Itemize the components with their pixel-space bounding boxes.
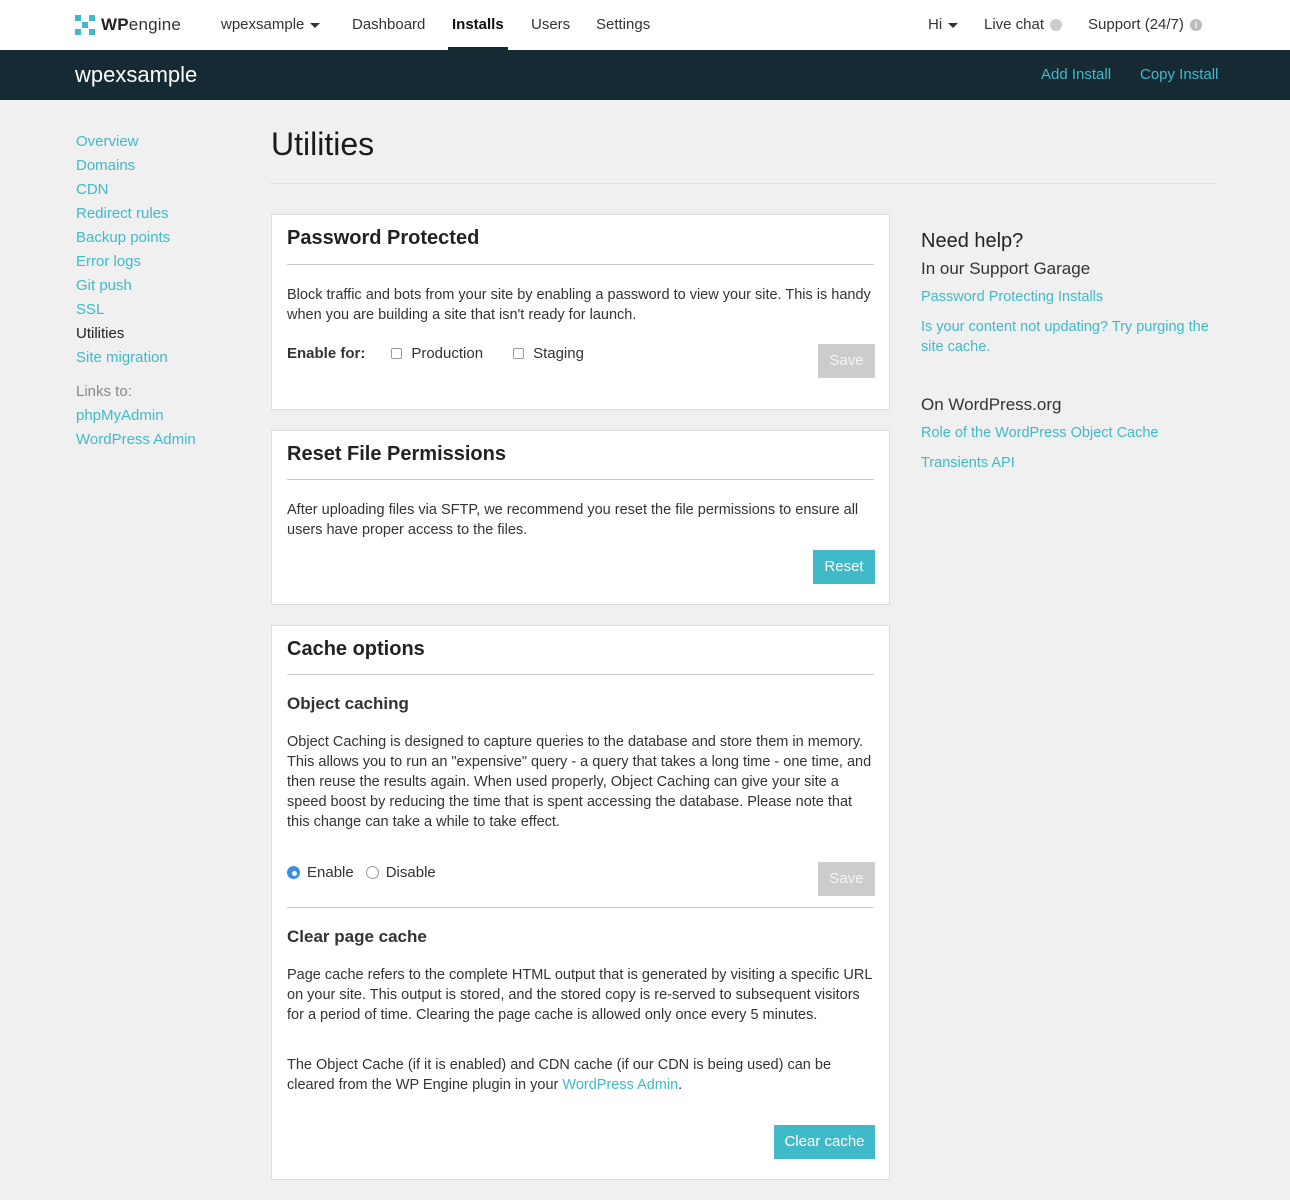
sidebar-item-overview[interactable]: Overview [76,130,196,154]
reset-permissions-title: Reset File Permissions [287,443,506,465]
password-protected-card: Password Protected Block traffic and bot… [271,214,890,410]
production-checkbox[interactable] [391,348,403,359]
add-install-link[interactable]: Add Install [1041,50,1111,100]
enable-for-label: Enable for: [287,345,366,362]
nav-dashboard[interactable]: Dashboard [352,0,425,50]
support-link[interactable]: Support (24/7) i [1088,0,1202,50]
live-chat-label: Live chat [984,16,1045,33]
nav-users[interactable]: Users [531,0,570,50]
wpengine-logo-icon [75,15,95,35]
reset-permissions-description: After uploading files via SFTP, we recom… [287,502,859,538]
cache-options-card: Cache options Object caching Object Cach… [271,625,890,1180]
card-divider [287,907,874,908]
site-header-bar: wpexsample Add Install Copy Install [0,50,1290,100]
sidebar-item-error-logs[interactable]: Error logs [76,250,196,274]
enable-radio-label: Enable [307,864,354,881]
sidebar-item-domains[interactable]: Domains [76,154,196,178]
card-divider [287,674,874,675]
production-label: Production [411,345,484,362]
site-switcher-dropdown[interactable]: wpexsample [221,0,321,50]
logo-text-light: engine [128,15,182,34]
nav-settings[interactable]: Settings [596,0,650,50]
user-menu-dropdown[interactable]: Hi [928,0,959,50]
disable-radio-label: Disable [385,864,436,881]
help-link-purge-cache[interactable]: Is your content not updating? Try purgin… [921,317,1221,357]
sidebar-item-redirect-rules[interactable]: Redirect rules [76,202,196,226]
support-label: Support (24/7) [1088,16,1184,33]
sidebar-item-cdn[interactable]: CDN [76,178,196,202]
wpengine-logo[interactable]: WPengine [75,14,181,36]
disable-radio-option[interactable]: Disable [365,864,436,881]
object-caching-description: Object Caching is designed to capture qu… [287,734,872,830]
links-to-label: Links to: [76,383,132,400]
note-text-before: The Object Cache (if it is enabled) and … [287,1057,832,1093]
disable-radio[interactable] [365,866,379,879]
clear-cache-button[interactable]: Clear cache [774,1125,875,1159]
logo-text-bold: WP [101,15,129,34]
sidebar-item-backup-points[interactable]: Backup points [76,226,196,250]
sidebar-link-phpmyadmin[interactable]: phpMyAdmin [76,404,196,428]
staging-label: Staging [533,345,584,362]
help-link-object-cache[interactable]: Role of the WordPress Object Cache [921,423,1221,443]
chat-status-dot-icon [1050,19,1063,32]
site-name: wpexsample [75,62,198,87]
object-cache-save-button[interactable]: Save [818,862,875,896]
need-help-heading: Need help? [921,230,1024,252]
object-caching-title: Object caching [287,694,409,713]
copy-install-link[interactable]: Copy Install [1140,50,1218,100]
help-link-password-protecting[interactable]: Password Protecting Installs [921,287,1221,307]
sidebar-link-wordpress-admin[interactable]: WordPress Admin [76,428,196,452]
wordpress-org-heading: On WordPress.org [921,395,1062,414]
support-garage-heading: In our Support Garage [921,259,1091,278]
clear-page-cache-title: Clear page cache [287,927,427,946]
info-icon: i [1189,19,1202,32]
chevron-down-icon [310,22,321,28]
staging-checkbox-option[interactable]: Staging [513,345,584,362]
note-text-after: . [678,1077,683,1093]
title-divider [271,183,1216,184]
nav-installs[interactable]: Installs [448,0,508,50]
password-protected-title: Password Protected [287,227,480,249]
sidebar-item-git-push[interactable]: Git push [76,274,196,298]
wordpress-admin-link[interactable]: WordPress Admin [562,1077,678,1093]
enable-radio-option[interactable]: Enable [287,864,354,881]
cache-options-title: Cache options [287,638,425,660]
page-title: Utilities [271,126,375,162]
sidebar-item-site-migration[interactable]: Site migration [76,346,196,370]
password-save-button[interactable]: Save [818,344,875,378]
user-greeting: Hi [928,16,943,33]
reset-button[interactable]: Reset [813,550,875,584]
clear-page-cache-description: Page cache refers to the complete HTML o… [287,967,872,1023]
password-protected-description: Block traffic and bots from your site by… [287,287,871,323]
staging-checkbox[interactable] [513,348,525,359]
reset-permissions-card: Reset File Permissions After uploading f… [271,430,890,605]
install-sidebar-nav: Overview Domains CDN Redirect rules Back… [76,130,196,452]
help-link-transients-api[interactable]: Transients API [921,453,1221,473]
object-cache-note: The Object Cache (if it is enabled) and … [287,1055,874,1095]
live-chat-link[interactable]: Live chat [984,0,1063,50]
card-divider [287,479,874,480]
enable-for-row: Enable for: Production Staging [287,345,614,362]
enable-radio[interactable] [287,866,300,879]
sidebar-item-ssl[interactable]: SSL [76,298,196,322]
chevron-down-icon [948,22,959,28]
sidebar-item-utilities[interactable]: Utilities [76,322,196,346]
top-navbar: WPengine wpexsample Dashboard Installs U… [0,0,1290,50]
site-switcher-label: wpexsample [221,16,305,33]
object-cache-radio-group: Enable Disable [287,864,466,881]
production-checkbox-option[interactable]: Production [391,345,483,362]
help-panel: Need help? In our Support Garage Passwor… [921,230,1221,483]
card-divider [287,264,874,265]
